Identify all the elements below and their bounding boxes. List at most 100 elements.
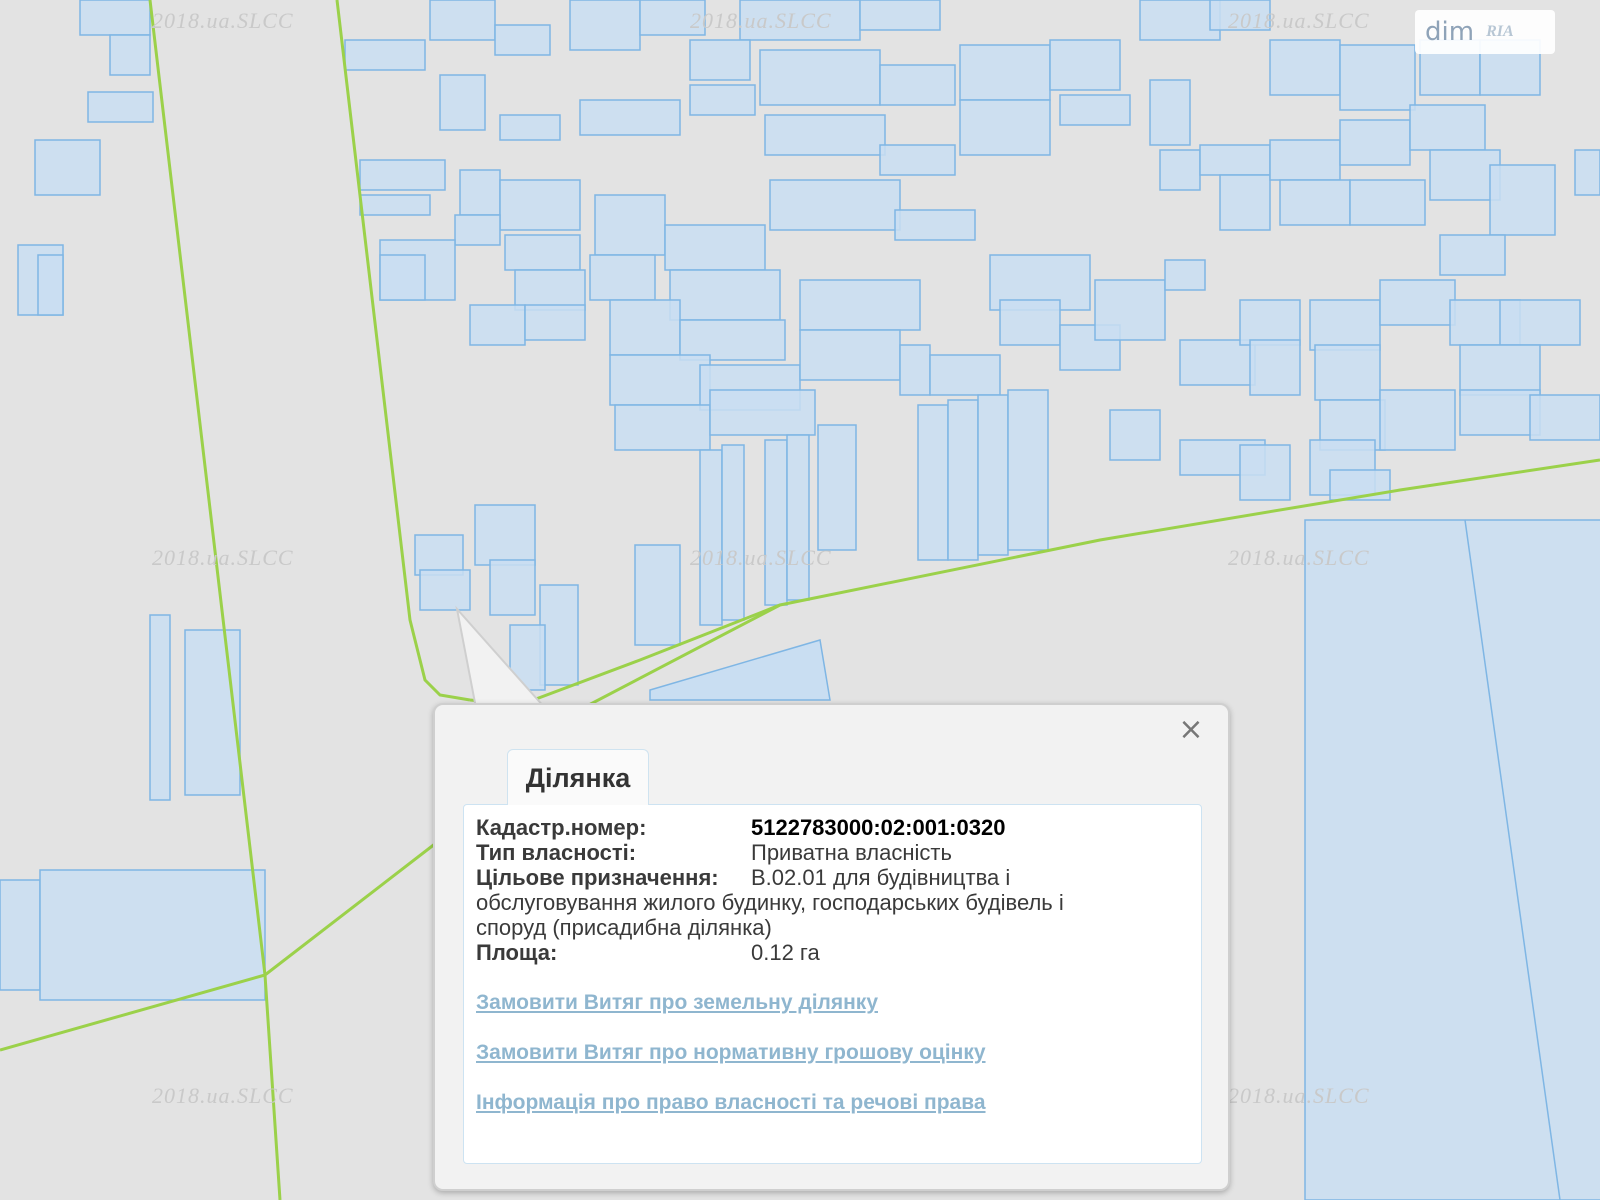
land-parcel[interactable] [1339,44,1416,111]
land-parcel[interactable] [699,449,723,626]
land-parcel[interactable] [929,354,1001,396]
land-parcel[interactable] [1459,344,1541,396]
land-parcel[interactable] [1139,0,1221,41]
land-parcel[interactable] [594,194,666,256]
land-parcel[interactable] [786,434,810,601]
land-parcel[interactable] [894,209,976,241]
land-parcel[interactable] [879,64,956,106]
order-land-extract-link[interactable]: Замовити Витяг про земельну ділянку [476,991,1191,1015]
land-parcel[interactable] [1007,389,1049,551]
land-parcel[interactable] [379,254,426,301]
land-parcel[interactable] [34,139,101,196]
land-parcel[interactable] [1049,39,1121,91]
land-parcel[interactable] [1279,179,1351,226]
land-parcel[interactable] [721,444,745,621]
land-parcel[interactable] [569,0,641,51]
land-parcel[interactable] [344,39,426,71]
land-parcel[interactable] [859,0,941,31]
land-parcel[interactable] [977,394,1009,556]
land-parcel[interactable] [1304,519,1600,1200]
land-parcel[interactable] [1379,279,1456,326]
land-parcel[interactable] [514,269,586,311]
land-parcel[interactable] [679,319,786,361]
land-parcel[interactable] [649,639,831,701]
land-parcel[interactable] [1459,389,1541,436]
land-parcel[interactable] [1574,149,1600,196]
land-parcel[interactable] [669,269,781,321]
land-parcel[interactable] [959,99,1051,156]
land-parcel[interactable] [87,91,154,123]
land-parcel[interactable] [1339,119,1411,166]
land-parcel[interactable] [1269,39,1341,96]
land-parcel[interactable] [439,74,486,131]
close-icon[interactable]: × [1176,715,1206,745]
land-parcel[interactable] [764,439,788,606]
land-parcel[interactable] [359,159,446,191]
land-parcel[interactable] [429,0,496,41]
land-parcel[interactable] [499,114,561,141]
land-parcel[interactable] [1159,149,1201,191]
land-parcel[interactable] [1059,94,1131,126]
land-parcel[interactable] [1164,259,1206,291]
land-parcel[interactable] [489,559,536,616]
ownership-rights-info-link[interactable]: Інформація про право власності та речові… [476,1091,1191,1115]
land-parcel[interactable] [1239,444,1291,501]
land-parcel[interactable] [947,399,979,561]
land-parcel[interactable] [799,329,901,381]
site-logo[interactable]: dim RIA [1415,10,1555,54]
land-parcel[interactable] [1149,79,1191,146]
land-parcel[interactable] [917,404,949,561]
land-parcel[interactable] [1269,139,1341,181]
land-parcel[interactable] [499,179,581,231]
land-parcel[interactable] [359,194,431,216]
land-parcel[interactable] [1409,104,1486,151]
land-parcel[interactable] [1314,344,1381,401]
land-parcel[interactable] [474,504,536,566]
land-parcel[interactable] [689,84,756,116]
land-parcel[interactable] [1499,299,1581,346]
land-parcel[interactable] [1219,174,1271,231]
land-parcel[interactable] [579,99,681,136]
land-parcel[interactable] [1379,389,1456,451]
land-parcel[interactable] [589,254,656,301]
land-parcel[interactable] [1529,394,1600,441]
land-parcel[interactable] [1199,144,1271,176]
land-parcel[interactable] [639,0,706,36]
land-parcel[interactable] [1209,0,1271,31]
land-parcel[interactable] [459,169,501,216]
land-parcel[interactable] [149,614,171,801]
land-parcel[interactable] [0,879,41,991]
land-parcel[interactable] [1179,339,1256,386]
land-parcel[interactable] [414,534,464,576]
land-parcel[interactable] [759,49,881,106]
land-parcel[interactable] [469,304,526,346]
land-parcel[interactable] [764,114,886,156]
land-parcel[interactable] [1249,339,1301,396]
land-parcel[interactable] [524,304,586,341]
land-parcel[interactable] [689,39,751,81]
land-parcel[interactable] [999,299,1061,346]
order-valuation-extract-link[interactable]: Замовити Витяг про нормативну грошову оц… [476,1041,1191,1065]
land-parcel[interactable] [454,214,501,246]
land-parcel[interactable] [609,354,711,406]
land-parcel[interactable] [879,144,956,176]
land-parcel[interactable] [899,344,931,396]
land-parcel[interactable] [494,24,551,56]
land-parcel[interactable] [614,404,711,451]
land-parcel[interactable] [79,0,151,36]
land-parcel[interactable] [1309,299,1381,351]
land-parcel[interactable] [609,299,681,356]
land-parcel[interactable] [109,34,151,76]
land-parcel[interactable] [634,544,681,646]
land-parcel[interactable] [1239,299,1301,346]
land-parcel[interactable] [664,224,766,271]
land-parcel[interactable] [37,254,64,316]
land-parcel[interactable] [709,389,816,436]
land-parcel[interactable] [1489,164,1556,236]
land-parcel[interactable] [799,279,921,331]
land-parcel[interactable] [39,869,266,1001]
land-parcel[interactable] [817,424,857,551]
land-parcel[interactable] [184,629,241,796]
land-parcel[interactable] [504,234,581,271]
land-parcel[interactable] [1439,234,1506,276]
